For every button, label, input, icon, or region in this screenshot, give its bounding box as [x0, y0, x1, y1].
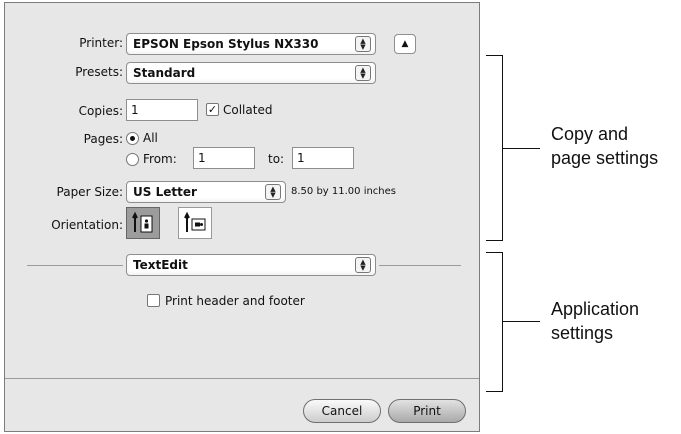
- paper-dimensions: 8.50 by 11.00 inches: [291, 186, 397, 197]
- cancel-button[interactable]: Cancel: [303, 399, 381, 423]
- up-down-arrows-icon: ▲ ▼: [355, 65, 371, 81]
- pages-from-label: From:: [143, 152, 177, 166]
- orientation-label: Orientation:: [51, 218, 123, 232]
- application-popup-value: TextEdit: [133, 258, 188, 272]
- portrait-orientation-icon: [132, 211, 153, 233]
- paper-size-label: Paper Size:: [56, 185, 123, 199]
- paper-size-popup-value: US Letter: [133, 185, 197, 199]
- application-popup[interactable]: TextEdit ▲ ▼: [126, 254, 376, 276]
- pages-from-field[interactable]: 1: [193, 147, 255, 169]
- collated-label: Collated: [223, 103, 273, 117]
- copy-page-bracket: [486, 55, 503, 241]
- landscape-orientation-button[interactable]: [178, 207, 212, 239]
- checkmark-icon: ✓: [207, 103, 218, 116]
- pages-to-label: to:: [268, 152, 285, 166]
- application-bracket: [486, 252, 503, 392]
- section-divider-right: [379, 265, 461, 266]
- copy-page-callout-line: [503, 148, 540, 149]
- footer-separator: [5, 378, 479, 379]
- presets-popup[interactable]: Standard ▲ ▼: [126, 62, 376, 84]
- application-callout-line: [503, 321, 540, 322]
- copy-page-callout: Copy and page settings: [551, 122, 658, 170]
- presets-popup-value: Standard: [133, 66, 196, 80]
- print-dialog: Printer: EPSON Epson Stylus NX330 ▲ ▼ ▲ P…: [4, 2, 480, 432]
- pages-to-field[interactable]: 1: [292, 147, 354, 169]
- pages-all-radio[interactable]: [126, 132, 139, 145]
- triangle-up-icon: ▲: [401, 39, 409, 49]
- printer-popup-value: EPSON Epson Stylus NX330: [133, 37, 319, 51]
- header-footer-label: Print header and footer: [165, 294, 305, 308]
- pages-all-label: All: [143, 131, 158, 145]
- presets-label: Presets:: [75, 65, 123, 79]
- pages-label: Pages:: [83, 132, 123, 146]
- copies-field[interactable]: 1: [126, 99, 198, 121]
- application-callout-line-2: settings: [551, 323, 614, 343]
- copy-page-callout-line-2: page settings: [551, 148, 659, 168]
- application-callout-line-1: Application: [551, 299, 640, 319]
- application-callout: Application settings: [551, 297, 639, 345]
- copy-page-callout-line-1: Copy and: [551, 124, 629, 144]
- printer-popup[interactable]: EPSON Epson Stylus NX330 ▲ ▼: [126, 33, 376, 55]
- printer-label: Printer:: [79, 36, 123, 50]
- up-down-arrows-icon: ▲ ▼: [355, 257, 371, 273]
- expand-dialog-button[interactable]: ▲: [394, 34, 416, 54]
- up-down-arrows-icon: ▲ ▼: [265, 184, 281, 200]
- copies-label: Copies:: [78, 104, 123, 118]
- header-footer-checkbox[interactable]: [147, 294, 160, 307]
- print-button[interactable]: Print: [388, 399, 466, 423]
- up-down-arrows-icon: ▲ ▼: [355, 36, 371, 52]
- section-divider-left: [27, 265, 123, 266]
- landscape-orientation-icon: [184, 211, 206, 232]
- pages-from-radio[interactable]: [126, 153, 139, 166]
- collated-checkbox[interactable]: ✓: [206, 103, 219, 116]
- paper-size-popup[interactable]: US Letter ▲ ▼: [126, 181, 286, 203]
- portrait-orientation-button[interactable]: [126, 207, 160, 239]
